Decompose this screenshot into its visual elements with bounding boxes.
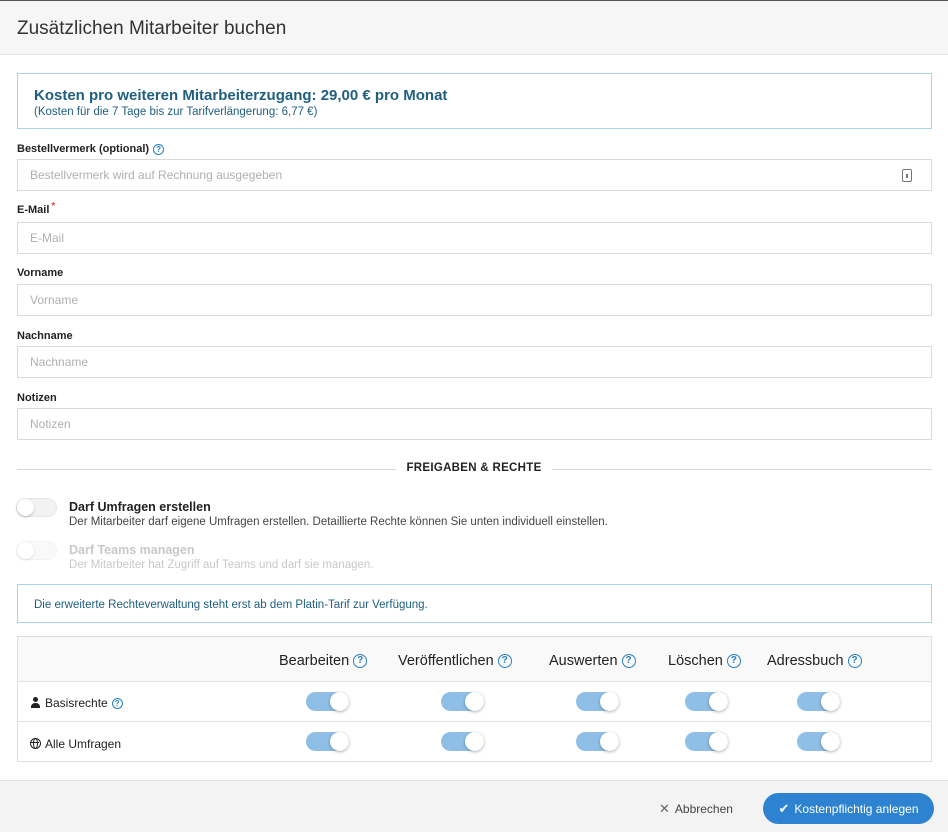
check-icon: ✔ (778, 801, 790, 816)
row-label-text: Basisrechte (45, 696, 108, 710)
notes-input[interactable] (18, 409, 931, 439)
order-note-input[interactable] (18, 160, 931, 190)
column-header-label: Bearbeiten (279, 653, 350, 669)
rights-table: Bearbeiten? Veröffentlichen? Auswerten? … (17, 636, 932, 762)
notes-label: Notizen (17, 392, 57, 404)
cancel-button[interactable]: ✕ Abbrechen (659, 801, 733, 817)
order-note-label: Bestellvermerk (optional)? (17, 143, 165, 155)
upgrade-info-box: Die erweiterte Rechteverwaltung steht er… (17, 584, 932, 623)
order-note-field[interactable] (17, 159, 932, 191)
toggle-knob (709, 692, 728, 711)
manage-teams-toggle (16, 541, 57, 560)
email-field[interactable] (17, 222, 932, 254)
help-icon[interactable]: ? (726, 654, 741, 669)
toggle-delete[interactable] (685, 692, 728, 711)
firstname-field[interactable] (17, 284, 932, 316)
table-row: Basisrechte? (18, 682, 931, 722)
column-header-label: Auswerten (549, 653, 618, 669)
help-icon[interactable]: ? (353, 654, 368, 669)
toggle-knob (821, 732, 840, 751)
firstname-input[interactable] (18, 285, 931, 315)
toggle-knob (330, 692, 349, 711)
cost-main-text: Kosten pro weiteren Mitarbeiterzugang: 2… (34, 87, 448, 104)
row-label: Alle Umfragen (30, 737, 121, 751)
column-header-label: Löschen (668, 653, 723, 669)
user-icon (30, 697, 41, 708)
order-note-label-text: Bestellvermerk (optional) (17, 143, 150, 155)
notes-field[interactable] (17, 408, 932, 440)
toggle-edit[interactable] (306, 692, 349, 711)
cost-sub-text: (Kosten für die 7 Tage bis zur Tarifverl… (34, 106, 318, 118)
dialog-title: Zusätzlichen Mitarbeiter buchen (17, 18, 287, 39)
permission-title: Darf Teams managen (69, 543, 195, 557)
column-header-evaluate: Auswerten? (549, 653, 636, 669)
column-header-publish: Veröffentlichen? (398, 653, 512, 669)
lastname-input[interactable] (18, 347, 931, 377)
toggle-knob (465, 732, 484, 751)
email-label-text: E-Mail (17, 204, 50, 216)
email-label: E-Mail * (17, 201, 56, 216)
toggle-knob (17, 542, 34, 559)
toggle-evaluate[interactable] (576, 692, 619, 711)
toggle-edit[interactable] (306, 732, 349, 751)
toggle-addressbook[interactable] (797, 692, 840, 711)
toggle-knob (600, 732, 619, 751)
section-title: FREIGABEN & RECHTE (406, 462, 542, 474)
create-surveys-toggle[interactable] (16, 498, 57, 517)
lastname-label: Nachname (17, 330, 73, 342)
upgrade-info-text: Die erweiterte Rechteverwaltung steht er… (34, 599, 428, 611)
table-row: Alle Umfragen (18, 723, 931, 763)
permission-description: Der Mitarbeiter darf eigene Umfragen ers… (69, 516, 608, 528)
toggle-publish[interactable] (441, 692, 484, 711)
toggle-knob (600, 692, 619, 711)
row-label-text: Alle Umfragen (45, 737, 122, 751)
email-input[interactable] (18, 223, 931, 253)
firstname-label: Vorname (17, 267, 64, 279)
column-header-label: Veröffentlichen (398, 653, 494, 669)
help-icon[interactable]: ? (621, 654, 636, 669)
contact-card-icon (902, 169, 912, 182)
toggle-knob (465, 692, 484, 711)
toggle-knob (821, 692, 840, 711)
cancel-button-label: Abbrechen (674, 802, 733, 816)
dialog-footer: ✕ Abbrechen ✔ Kostenpflichtig anlegen (0, 780, 948, 832)
column-header-addressbook: Adressbuch? (767, 653, 862, 669)
toggle-delete[interactable] (685, 732, 728, 751)
permission-title: Darf Umfragen erstellen (69, 500, 211, 514)
cost-info-box: Kosten pro weiteren Mitarbeiterzugang: 2… (17, 73, 932, 129)
submit-button-label: Kostenpflichtig anlegen (794, 802, 919, 816)
toggle-knob (17, 499, 34, 516)
help-icon[interactable]: ? (153, 143, 165, 155)
submit-button[interactable]: ✔ Kostenpflichtig anlegen (763, 793, 934, 824)
column-header-edit: Bearbeiten? (279, 653, 368, 669)
column-header-label: Adressbuch (767, 653, 844, 669)
row-label: Basisrechte? (30, 696, 123, 710)
close-icon: ✕ (659, 801, 670, 816)
toggle-knob (330, 732, 349, 751)
toggle-evaluate[interactable] (576, 732, 619, 751)
globe-icon (30, 738, 41, 749)
column-header-delete: Löschen? (668, 653, 741, 669)
help-icon[interactable]: ? (497, 654, 512, 669)
help-icon[interactable]: ? (847, 654, 862, 669)
permission-description: Der Mitarbeiter hat Zugriff auf Teams un… (69, 559, 374, 571)
rights-table-header: Bearbeiten? Veröffentlichen? Auswerten? … (18, 637, 931, 682)
required-mark: * (51, 201, 56, 212)
help-icon[interactable]: ? (111, 698, 123, 710)
toggle-knob (709, 732, 728, 751)
lastname-field[interactable] (17, 346, 932, 378)
toggle-publish[interactable] (441, 732, 484, 751)
toggle-addressbook[interactable] (797, 732, 840, 751)
dialog-header: Zusätzlichen Mitarbeiter buchen (0, 0, 948, 55)
